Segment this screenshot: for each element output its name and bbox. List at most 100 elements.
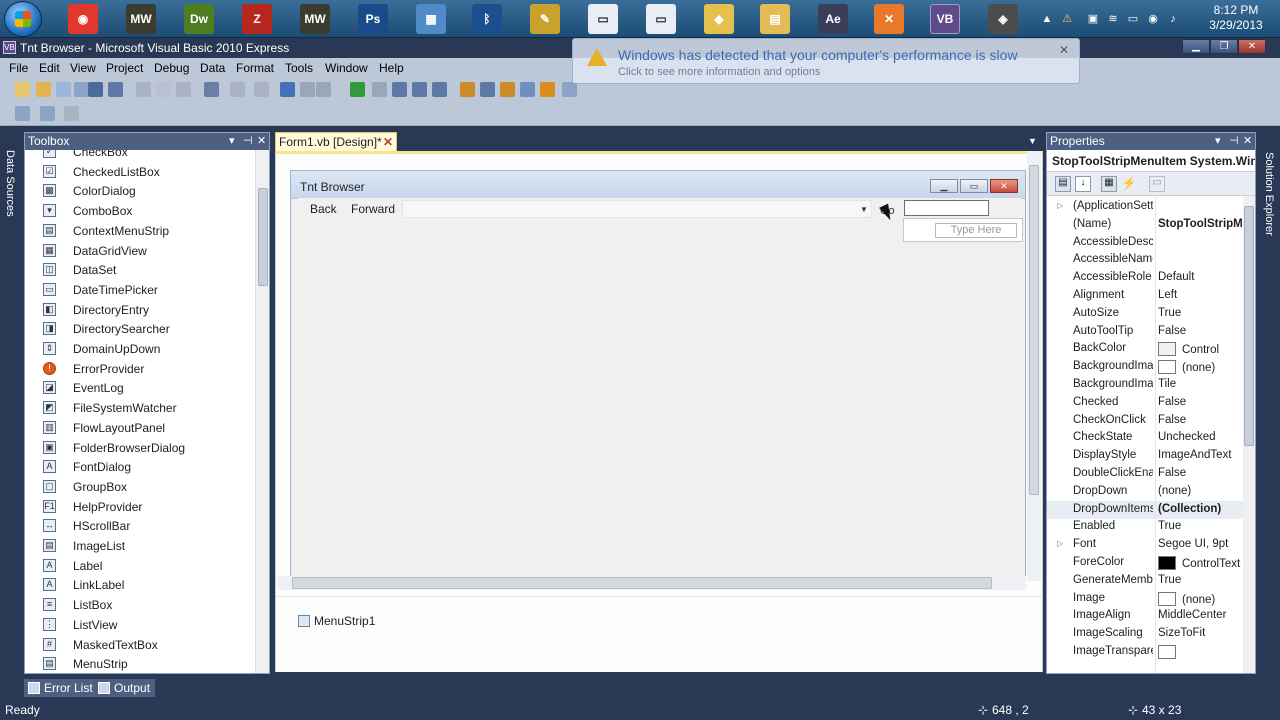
property-value[interactable]: False [1158, 325, 1243, 337]
dreamweaver-icon[interactable]: Dw [184, 4, 214, 34]
property-value[interactable] [1158, 645, 1243, 659]
toolbox-item[interactable]: ▭ DateTimePicker [25, 280, 255, 300]
error-list-tab[interactable]: Error List [24, 679, 98, 697]
forward-menu-item[interactable]: Forward [351, 202, 395, 216]
property-row[interactable]: DoubleClickEnal False [1047, 465, 1243, 483]
property-row[interactable]: AccessibleDescri [1047, 234, 1243, 252]
menu-project[interactable]: Project [104, 60, 145, 76]
action-center-icon[interactable]: ⚠ [1060, 12, 1074, 26]
toolbar-button-17[interactable] [372, 82, 387, 97]
back-menu-item[interactable]: Back [310, 202, 337, 216]
bluetooth-icon[interactable]: ᛒ [472, 4, 502, 34]
property-row[interactable]: DropDownItems (Collection) [1047, 500, 1243, 519]
toolbox-item[interactable]: ◪ EventLog [25, 378, 255, 398]
visualbasic-icon[interactable]: VB [930, 4, 960, 34]
property-row[interactable]: GenerateMembe True [1047, 572, 1243, 590]
tray-expand-icon[interactable]: ▲ [1040, 12, 1054, 26]
property-row[interactable]: Enabled True [1047, 518, 1243, 536]
alphabetical-icon[interactable]: ↓ [1075, 176, 1091, 192]
property-row[interactable]: ForeColor ControlText [1047, 554, 1243, 572]
property-row[interactable]: ▷ (ApplicationSett [1047, 198, 1243, 216]
property-value[interactable]: Default [1158, 271, 1243, 283]
property-row[interactable]: CheckState Unchecked [1047, 429, 1243, 447]
toolbar-button-16[interactable] [350, 82, 365, 97]
toolbox-item[interactable]: A Label [25, 556, 255, 576]
toolbox-close-icon[interactable]: ✕ [257, 133, 266, 150]
wifi-icon[interactable]: ≋ [1106, 12, 1120, 26]
toolbar-button-22[interactable] [480, 82, 495, 97]
expand-icon[interactable]: ▷ [1057, 201, 1063, 210]
toolbox-item[interactable]: ▣ FolderBrowserDialog [25, 438, 255, 458]
property-value[interactable]: Left [1158, 289, 1243, 301]
toolbox-item[interactable]: ▥ FlowLayoutPanel [25, 418, 255, 438]
toolbox-pin-icon[interactable]: ⊣ [243, 133, 253, 150]
toolbar-button-3[interactable] [56, 82, 71, 97]
output-tab[interactable]: Output [94, 679, 156, 697]
property-value[interactable]: Segoe UI, 9pt [1158, 538, 1243, 550]
type-here-placeholder[interactable]: Type Here [935, 223, 1017, 238]
property-row[interactable]: DropDown (none) [1047, 483, 1243, 501]
mw-icon[interactable]: MW [126, 4, 156, 34]
menu-format[interactable]: Format [234, 60, 276, 76]
toolbox-item[interactable]: ⋮ ListView [25, 615, 255, 635]
layout-button-1[interactable] [15, 106, 30, 121]
property-row[interactable]: AccessibleRole Default [1047, 269, 1243, 287]
start-button[interactable] [4, 1, 42, 37]
folder-icon[interactable]: ◆ [704, 4, 734, 34]
toolbar-button-5[interactable] [88, 82, 103, 97]
property-value[interactable]: False [1158, 414, 1243, 426]
layout-button-2[interactable] [40, 106, 55, 121]
toolbox-item[interactable]: A FontDialog [25, 457, 255, 477]
property-row[interactable]: CheckOnClick False [1047, 412, 1243, 430]
toolbox-item[interactable]: ◨ DirectorySearcher [25, 319, 255, 339]
menu-file[interactable]: File [7, 60, 30, 76]
property-value[interactable]: ControlText [1158, 556, 1243, 570]
chrome-icon[interactable]: ◉ [68, 4, 98, 34]
property-row[interactable]: Image (none) [1047, 590, 1243, 608]
explorer-icon[interactable]: ▤ [760, 4, 790, 34]
data-sources-tab[interactable]: Data Sources [4, 150, 16, 217]
property-row[interactable]: AutoSize True [1047, 305, 1243, 323]
property-grid-splitter[interactable] [1155, 196, 1156, 673]
property-value[interactable]: Tile [1158, 378, 1243, 390]
notification-subtitle[interactable]: Click to see more information and option… [618, 66, 820, 78]
property-row[interactable]: (Name) StopToolStripMenuItem [1047, 216, 1243, 234]
property-row[interactable]: Alignment Left [1047, 287, 1243, 305]
toolbar-button-13[interactable] [280, 82, 295, 97]
toolbar-button-1[interactable] [15, 82, 30, 97]
property-row[interactable]: DisplayStyle ImageAndText [1047, 447, 1243, 465]
property-value[interactable]: (none) [1158, 360, 1243, 375]
toolbar-button-9[interactable] [176, 82, 191, 97]
performance-notification[interactable]: Windows has detected that your computer'… [572, 38, 1080, 84]
property-value[interactable]: (none) [1158, 485, 1243, 497]
property-row[interactable]: ImageScaling SizeToFit [1047, 625, 1243, 643]
toolbox-scroll-thumb[interactable] [258, 188, 268, 286]
toolbar-button-6[interactable] [108, 82, 123, 97]
clock[interactable]: 8:12 PM 3/29/2013 [1196, 3, 1276, 33]
xampp-icon[interactable]: ✕ [874, 4, 904, 34]
menu-data[interactable]: Data [198, 60, 227, 76]
toolbox-item[interactable]: ◩ FileSystemWatcher [25, 398, 255, 418]
property-value[interactable]: False [1158, 467, 1243, 479]
toolbar-button-26[interactable] [562, 82, 577, 97]
expand-icon[interactable]: ▷ [1057, 539, 1063, 548]
volume-icon[interactable]: ♪ [1166, 12, 1180, 26]
window-icon-2[interactable]: ▭ [646, 4, 676, 34]
photoshop-icon[interactable]: Ps [358, 4, 388, 34]
paint-icon[interactable]: ✎ [530, 4, 560, 34]
toolbox-item[interactable]: ▤ ImageList [25, 536, 255, 556]
toolbar-button-21[interactable] [460, 82, 475, 97]
menu-help[interactable]: Help [377, 60, 406, 76]
property-row[interactable]: Checked False [1047, 394, 1243, 412]
toolbox-item[interactable]: ◫ DataSet [25, 260, 255, 280]
toolbar-button-2[interactable] [36, 82, 51, 97]
power-icon[interactable]: ▭ [1126, 12, 1140, 26]
designer-vscroll-thumb[interactable] [1029, 165, 1039, 495]
toolbar-button-7[interactable] [136, 82, 151, 97]
toolbar-button-14[interactable] [300, 82, 315, 97]
toolbar-button-18[interactable] [392, 82, 407, 97]
designer-hscroll-thumb[interactable] [292, 577, 992, 589]
close-button[interactable]: ✕ [1238, 39, 1266, 54]
toolbar-button-19[interactable] [412, 82, 427, 97]
document-list-dropdown-icon[interactable]: ▼ [1028, 136, 1038, 146]
